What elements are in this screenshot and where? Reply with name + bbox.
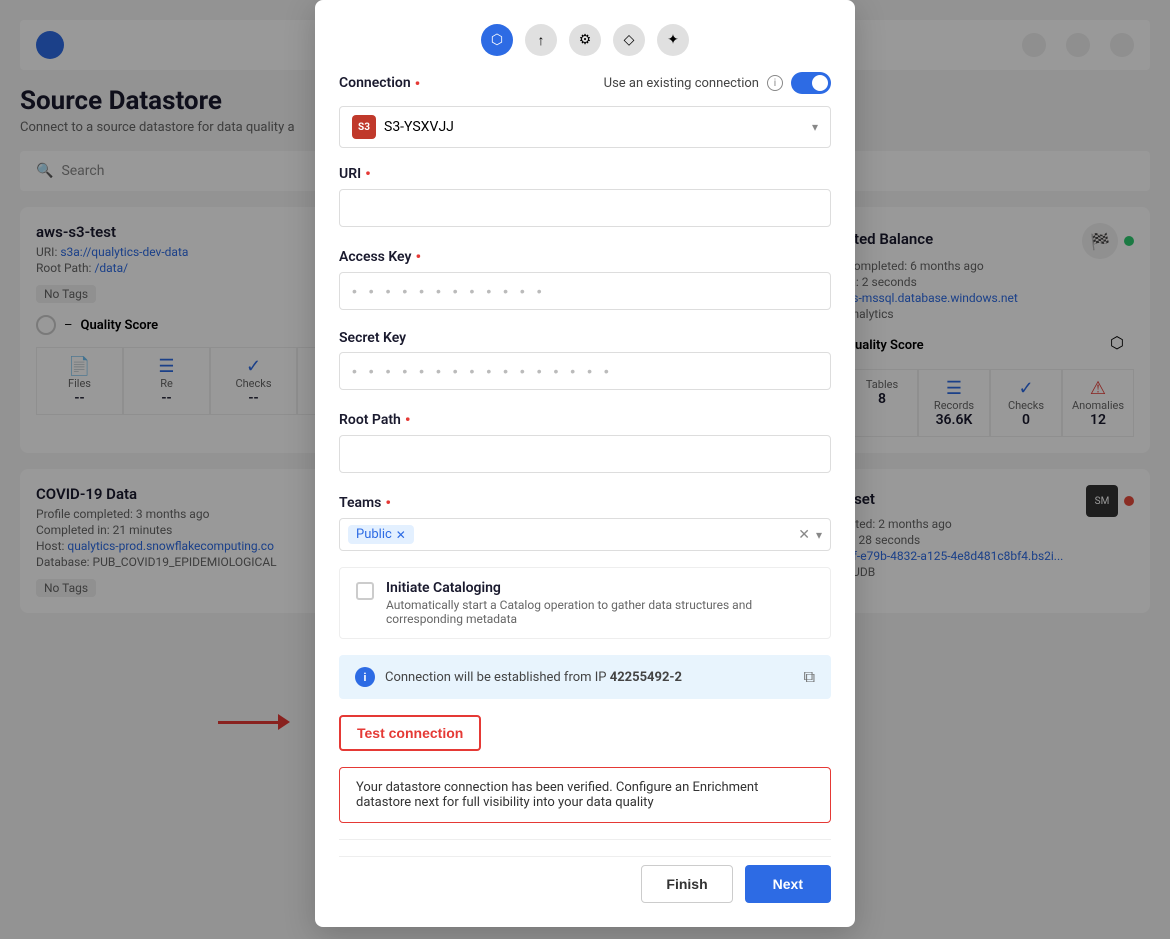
connection-required: •: [415, 74, 421, 93]
step-icon-3: ⚙: [569, 24, 601, 56]
connection-value: S3-YSXVJJ: [384, 119, 454, 135]
public-tag-remove[interactable]: ✕: [396, 528, 406, 542]
step-icon-5: ✦: [657, 24, 689, 56]
use-existing-toggle[interactable]: [791, 72, 831, 94]
connection-select-left: S3 S3-YSXVJJ: [352, 115, 454, 139]
teams-select-left: Public ✕: [348, 525, 414, 544]
success-banner-text: Your datastore connection has been verif…: [356, 780, 814, 810]
teams-clear-icon[interactable]: ✕: [798, 527, 810, 543]
initiate-cataloging-row: Initiate Cataloging Automatically start …: [356, 580, 814, 626]
use-existing-row: Use an existing connection i: [604, 72, 831, 94]
ip-info-banner: i Connection will be established from IP…: [339, 655, 831, 699]
uri-group: URI •: [339, 164, 831, 243]
secret-key-group: Secret Key: [339, 330, 831, 406]
connection-label: Connection •: [339, 74, 420, 93]
uri-input[interactable]: [339, 189, 831, 227]
uri-label: URI •: [339, 164, 831, 183]
access-key-input[interactable]: [339, 272, 831, 310]
use-existing-label: Use an existing connection: [604, 76, 759, 91]
step-icon-2: ↑: [525, 24, 557, 56]
step-icon-1: ⬡: [481, 24, 513, 56]
ip-info-text: Connection will be established from IP 4…: [385, 670, 682, 685]
secret-key-label: Secret Key: [339, 330, 831, 346]
uri-required: •: [365, 164, 371, 183]
root-path-group: Root Path •: [339, 410, 831, 489]
initiate-cataloging-desc: Automatically start a Catalog operation …: [386, 598, 814, 626]
ip-info-icon: i: [355, 667, 375, 687]
secret-key-input[interactable]: [339, 352, 831, 390]
initiate-cataloging-title: Initiate Cataloging: [386, 580, 814, 596]
teams-select-right: ✕ ▾: [798, 527, 822, 543]
finish-button[interactable]: Finish: [641, 865, 732, 903]
root-path-input[interactable]: [339, 435, 831, 473]
next-button[interactable]: Next: [745, 865, 831, 903]
success-banner: Your datastore connection has been verif…: [339, 767, 831, 823]
teams-label: Teams •: [339, 493, 831, 512]
test-connection-button[interactable]: Test connection: [339, 715, 481, 751]
teams-select[interactable]: Public ✕ ✕ ▾: [339, 518, 831, 551]
use-existing-info-icon[interactable]: i: [767, 75, 783, 91]
modal-overlay: ⬡ ↑ ⚙ ◇ ✦ Connection • Use an existing c…: [0, 0, 1170, 939]
connection-row: Connection • Use an existing connection …: [339, 72, 831, 94]
root-path-required: •: [405, 410, 411, 429]
s3-icon: S3: [352, 115, 376, 139]
connection-select[interactable]: S3 S3-YSXVJJ ▾: [339, 106, 831, 148]
modal-footer: Finish Next: [339, 856, 831, 903]
public-tag-chip: Public ✕: [348, 525, 414, 544]
access-key-label: Access Key •: [339, 247, 831, 266]
footer-divider: [339, 839, 831, 840]
test-connection-container: Test connection: [339, 715, 831, 767]
teams-group: Teams • Public ✕ ✕ ▾: [339, 493, 831, 551]
copy-icon[interactable]: ⧉: [804, 667, 815, 687]
access-key-group: Access Key •: [339, 247, 831, 326]
source-datastore-modal: ⬡ ↑ ⚙ ◇ ✦ Connection • Use an existing c…: [315, 0, 855, 927]
chevron-down-icon: ▾: [812, 120, 818, 134]
ip-info-left: i Connection will be established from IP…: [355, 667, 682, 687]
root-path-label: Root Path •: [339, 410, 831, 429]
access-key-required: •: [415, 247, 421, 266]
teams-required: •: [385, 493, 391, 512]
step-icon-4: ◇: [613, 24, 645, 56]
ip-value: 42255492-2: [610, 670, 682, 685]
initiate-cataloging-checkbox[interactable]: [356, 582, 374, 600]
initiate-cataloging-text: Initiate Cataloging Automatically start …: [386, 580, 814, 626]
step-icons: ⬡ ↑ ⚙ ◇ ✦: [339, 24, 831, 56]
teams-chevron-icon: ▾: [816, 528, 822, 542]
initiate-cataloging-section: Initiate Cataloging Automatically start …: [339, 567, 831, 639]
